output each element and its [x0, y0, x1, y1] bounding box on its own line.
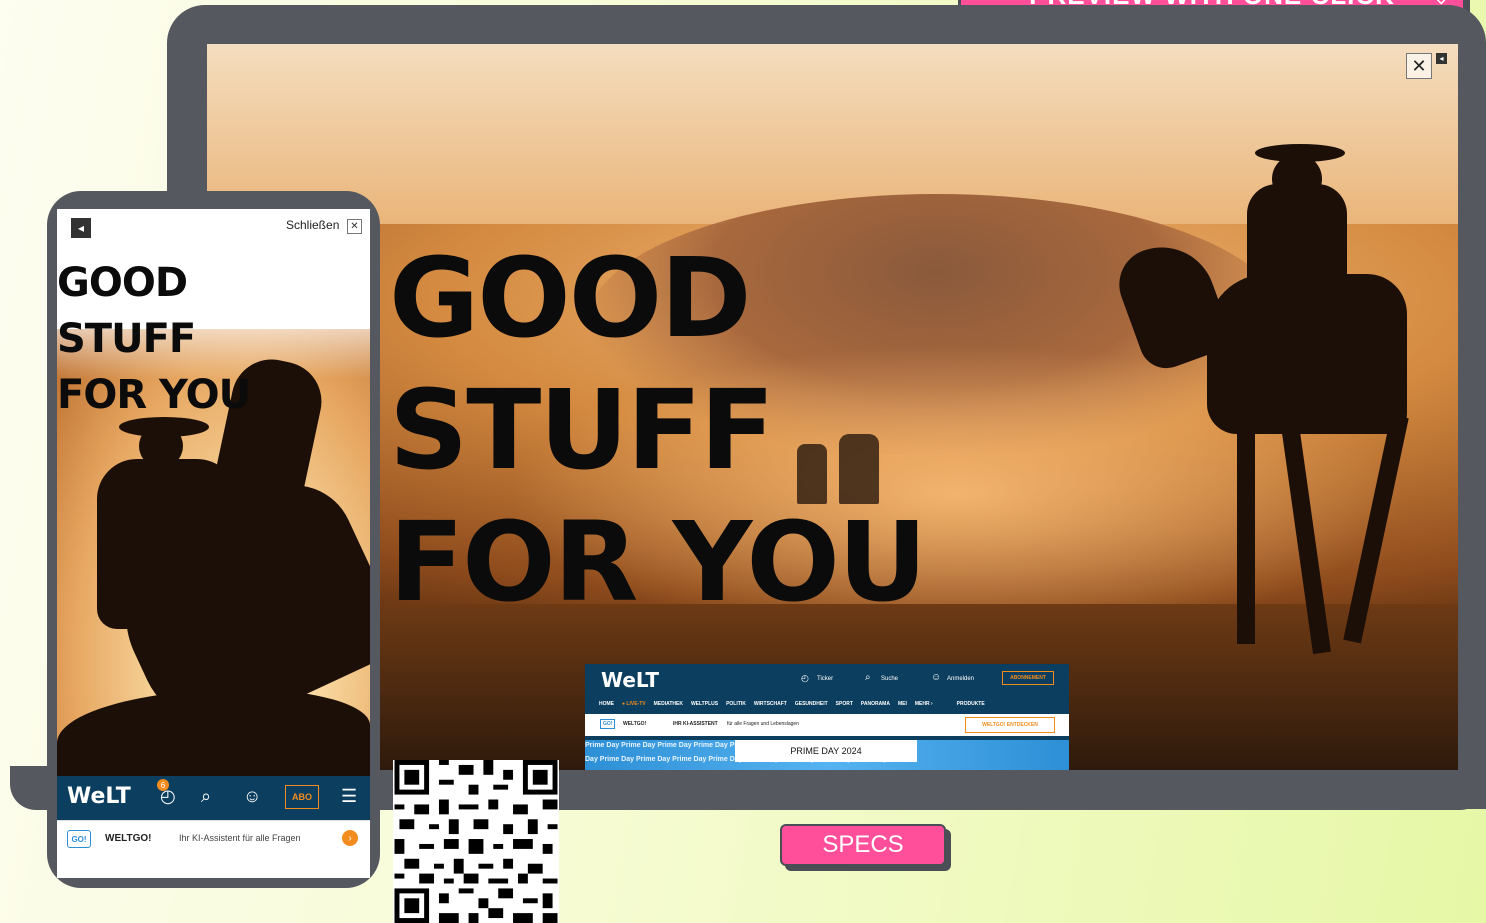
weltgo-label: WELTGO! [105, 833, 152, 844]
mobile-ad-headline: GOOD STUFF FOR YOU [57, 255, 251, 423]
weltgo-mobile-row[interactable]: GO! WELTGO! Ihr KI-Assistent für alle Fr… [57, 820, 370, 857]
nav-item-mediathek[interactable]: MEDIATHEK [654, 701, 683, 707]
search-icon[interactable]: ⌕ [201, 786, 211, 807]
headline-line-2: STUFF [57, 316, 196, 362]
go-badge: GO! [600, 719, 616, 729]
mobile-ad-preview: GOOD STUFF FOR YOU ◂ Schließen ✕ WeLT ◴ … [57, 209, 370, 878]
headline-line-1: GOOD [389, 234, 752, 362]
sound-icon[interactable]: ◂ [1436, 53, 1447, 64]
ki-assistant-label: IHR KI-ASSISTENT [673, 721, 718, 727]
nav-item-politik[interactable]: POLITIK [726, 701, 746, 707]
welt-logo[interactable]: WeLT [601, 668, 659, 692]
ad-headline: GOOD STUFF FOR YOU [389, 232, 927, 628]
nav-item-mehr[interactable]: MEHR › [915, 701, 933, 707]
desktop-ad-preview: GOOD STUFF FOR YOU ✕ ◂ WeLT ◴ Ticker ⌕ S… [207, 44, 1458, 770]
menu-icon[interactable]: ☰ [341, 786, 357, 807]
close-label[interactable]: Schließen [286, 218, 339, 232]
welt-top-row: WeLT ◴ Ticker ⌕ Suche ☺ Anmelden ABONNEM… [585, 664, 1069, 694]
prime-day-label[interactable]: PRIME DAY 2024 [735, 740, 917, 762]
ki-assistant-text: für alle Fragen und Lebenslagen [727, 721, 799, 727]
user-icon[interactable]: ☺ [931, 672, 941, 683]
horse-leg [1237, 424, 1255, 644]
prime-day-banner: Prime Day Prime Day Prime Day Prime Day … [585, 740, 1069, 770]
welt-logo[interactable]: WeLT [67, 784, 131, 809]
headline-line-2: STUFF [389, 366, 775, 494]
cowboy-body [97, 459, 237, 629]
welt-nav: HOME ● LIVE-TV MEDIATHEK WELTPLUS POLITI… [585, 694, 1069, 714]
nav-item-mei[interactable]: MEI [898, 701, 907, 707]
weltgo-entdecken-button[interactable]: WELTGO! ENTDECKEN [965, 717, 1055, 733]
close-icon[interactable]: ✕ [1406, 53, 1432, 79]
welt-desktop-header: WeLT ◴ Ticker ⌕ Suche ☺ Anmelden ABONNEM… [585, 664, 1069, 770]
nav-item-produkte[interactable]: PRODUKTE [957, 701, 985, 707]
search-icon[interactable]: ⌕ [865, 672, 871, 683]
ticker-badge: 6 [157, 779, 169, 791]
abonnement-button[interactable]: ABONNEMENT [1002, 671, 1054, 685]
ticker-link[interactable]: Ticker [817, 676, 833, 682]
specs-button-label: SPECS [822, 831, 904, 858]
specs-button[interactable]: SPECS [780, 824, 946, 866]
nav-item-sport[interactable]: SPORT [836, 701, 853, 707]
abo-button[interactable]: ABO [285, 785, 319, 809]
cowboy-hat [1255, 144, 1345, 162]
cowboy-body [1247, 184, 1347, 344]
nav-item-weltplus[interactable]: WELTPLUS [691, 701, 718, 707]
weltgo-row: GO! WELTGO! IHR KI-ASSISTENT für alle Fr… [585, 714, 1069, 736]
close-icon[interactable]: ✕ [347, 219, 362, 234]
welt-mobile-header: WeLT ◴ 6 ⌕ ☺ ABO ☰ [57, 776, 370, 820]
ticker-icon[interactable]: ◴ [801, 673, 809, 684]
headline-line-1: GOOD [57, 260, 188, 306]
arrow-right-icon[interactable]: › [342, 830, 358, 846]
nav-item-wirtschaft[interactable]: WIRTSCHAFT [754, 701, 787, 707]
go-badge: GO! [67, 830, 91, 848]
search-link[interactable]: Suche [881, 676, 898, 682]
headline-line-3: FOR YOU [57, 372, 251, 418]
nav-item-gesundheit[interactable]: GESUNDHEIT [795, 701, 828, 707]
qr-code [393, 760, 559, 923]
sound-icon[interactable]: ◂ [71, 218, 91, 238]
login-link[interactable]: Anmelden [947, 676, 974, 682]
weltgo-label: WELTGO! [623, 721, 647, 727]
user-icon[interactable]: ☺ [243, 786, 261, 807]
nav-item-home[interactable]: HOME [599, 701, 614, 707]
headline-line-3: FOR YOU [389, 498, 927, 626]
nav-item-panorama[interactable]: PANORAMA [861, 701, 890, 707]
nav-item-live-tv[interactable]: ● LIVE-TV [622, 701, 646, 707]
ki-assistant-text: Ihr KI-Assistent für alle Fragen [179, 833, 301, 843]
